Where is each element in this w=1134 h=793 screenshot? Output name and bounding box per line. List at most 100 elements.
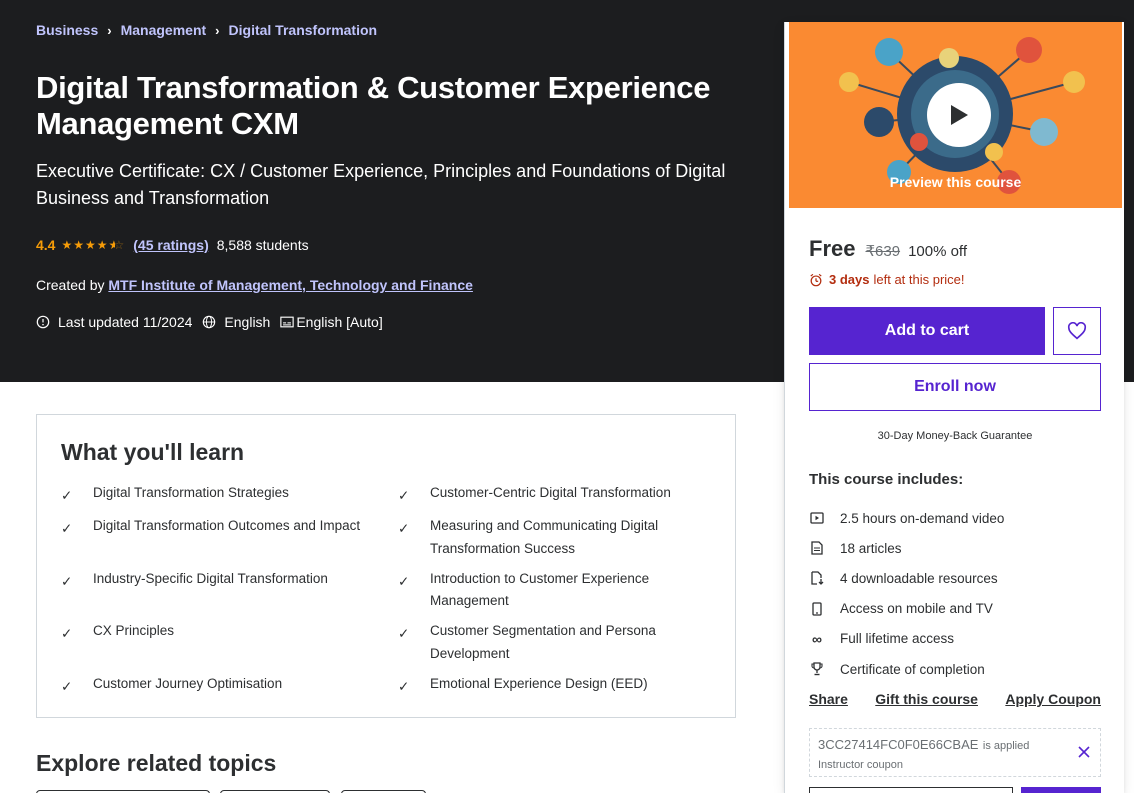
play-button[interactable]: [927, 83, 991, 147]
last-updated: Last updated 11/2024: [36, 314, 192, 330]
language: English: [202, 314, 270, 330]
price-deadline: 3 days left at this price!: [809, 272, 965, 287]
apply-coupon-link[interactable]: Apply Coupon: [1005, 691, 1101, 707]
remove-coupon-close-icon[interactable]: [1078, 745, 1090, 763]
deadline-text: left at this price!: [873, 272, 965, 287]
includes-title: This course includes:: [809, 471, 964, 488]
learn-item-text: Customer Segmentation and Persona Develo…: [430, 623, 656, 661]
check-icon: ✓: [398, 521, 410, 536]
meta-row: Last updated 11/2024 English English [Au…: [36, 314, 393, 330]
learn-item: ✓ CX Principles: [61, 620, 398, 665]
includes-item-text: Full lifetime access: [840, 631, 955, 647]
learn-item-text: Digital Transformation Strategies: [93, 485, 289, 500]
includes-item: 4 downloadable resources: [809, 563, 1004, 593]
gift-course-link[interactable]: Gift this course: [875, 691, 978, 707]
star-rating-icon: ★★★★★☆: [61, 238, 126, 252]
heart-icon: [1067, 322, 1087, 340]
play-icon: [951, 105, 968, 125]
breadcrumb-digital-transformation[interactable]: Digital Transformation: [229, 22, 378, 38]
coupon-applied-text: is applied: [982, 740, 1030, 752]
learn-item: ✓ Customer Journey Optimisation: [61, 673, 398, 699]
rating-row: 4.4 ★★★★★☆ (45 ratings) 8,588 students: [36, 237, 309, 253]
learn-item: ✓ Introduction to Customer Experience Man…: [398, 568, 711, 613]
course-subtitle: Executive Certificate: CX / Customer Exp…: [36, 161, 726, 208]
video-icon: [809, 510, 825, 526]
captions-text: English [Auto]: [296, 314, 383, 330]
price-row: Free ₹639 100% off: [809, 236, 967, 262]
includes-item: 2.5 hours on-demand video: [809, 503, 1004, 533]
check-icon: ✓: [61, 573, 73, 589]
infinity-icon: ∞: [812, 630, 822, 647]
includes-item-text: Access on mobile and TV: [840, 601, 993, 617]
preview-label: Preview this course: [889, 174, 1022, 190]
breadcrumb-management[interactable]: Management: [121, 22, 207, 38]
students-count: 8,588 students: [216, 237, 309, 253]
enroll-now-button[interactable]: Enroll now: [809, 363, 1101, 411]
check-icon: ✓: [61, 488, 73, 503]
learn-item: ✓ Measuring and Communicating Digital Tra…: [398, 515, 711, 560]
learn-item-text: Introduction to Customer Experience Mana…: [430, 570, 650, 609]
captions: English [Auto]: [280, 314, 383, 330]
includes-item-text: Certificate of completion: [840, 661, 985, 677]
learn-item: ✓ Emotional Experience Design (EED): [398, 673, 711, 699]
learn-item-text: Measuring and Communicating Digital Tran…: [430, 518, 659, 556]
includes-item: ∞ Full lifetime access: [809, 624, 1004, 654]
money-back-guarantee: 30-Day Money-Back Guarantee: [877, 430, 1033, 442]
author-link[interactable]: MTF Institute of Management, Technology …: [108, 277, 473, 293]
course-preview-video[interactable]: Preview this course: [789, 22, 1122, 208]
alert-clock-icon: [36, 315, 50, 329]
breadcrumb-business[interactable]: Business: [36, 22, 98, 38]
learn-item-text: Customer-Centric Digital Transformation: [430, 485, 671, 500]
learn-item-text: CX Principles: [93, 623, 175, 638]
ratings-count-link[interactable]: (45 ratings): [133, 237, 208, 253]
language-text: English: [224, 314, 271, 330]
purchase-card: Preview this course Free ₹639 100% off 3…: [784, 22, 1124, 793]
check-icon: ✓: [398, 573, 410, 589]
learn-item: ✓ Digital Transformation Strategies: [61, 482, 398, 508]
share-link[interactable]: Share: [809, 691, 848, 707]
learn-title: What you'll learn: [61, 439, 245, 465]
coupon-code: 3CC27414FC0F0E66CBAE: [818, 737, 979, 752]
rating-value: 4.4: [36, 237, 56, 253]
includes-item-text: 4 downloadable resources: [840, 570, 998, 586]
article-icon: [809, 540, 825, 556]
learn-item-text: Digital Transformation Outcomes and Impa…: [93, 518, 361, 533]
coupon-apply-button[interactable]: [1021, 787, 1101, 793]
check-icon: ✓: [61, 626, 73, 641]
learn-item-text: Industry-Specific Digital Transformation: [93, 570, 328, 586]
check-icon: ✓: [398, 678, 410, 694]
alarm-clock-icon: [810, 273, 822, 286]
add-to-cart-button[interactable]: Add to cart: [809, 307, 1045, 355]
includes-item-text: 18 articles: [840, 540, 902, 556]
download-icon: [809, 570, 825, 586]
wishlist-button[interactable]: [1053, 307, 1101, 355]
check-icon: ✓: [398, 626, 410, 641]
check-icon: ✓: [61, 678, 73, 694]
learn-grid: ✓ Digital Transformation Strategies ✓ Cust…: [61, 482, 711, 706]
coupon-input[interactable]: [809, 787, 1013, 793]
learn-item: ✓ Digital Transformation Outcomes and Imp…: [61, 515, 398, 560]
learn-item: ✓ Customer Segmentation and Persona Devel…: [398, 620, 711, 665]
card-actions: Share Gift this course Apply Coupon: [809, 691, 1101, 707]
mobile-icon: [809, 601, 825, 617]
closed-captions-icon: [280, 316, 295, 328]
trophy-icon: [809, 661, 825, 677]
check-icon: ✓: [398, 488, 410, 503]
includes-list: 2.5 hours on-demand video 18 articles 4 …: [809, 503, 1004, 684]
applied-coupon: 3CC27414FC0F0E66CBAE is applied Instruct…: [809, 728, 1101, 777]
includes-item: Access on mobile and TV: [809, 594, 1004, 624]
globe-icon: [203, 315, 216, 329]
explore-related-topics-title: Explore related topics: [36, 750, 277, 776]
learn-item-text: Customer Journey Optimisation: [93, 675, 283, 691]
discount-percent: 100% off: [908, 243, 968, 260]
learn-item-text: Emotional Experience Design (EED): [430, 675, 648, 691]
learn-item: ✓ Industry-Specific Digital Transformatio…: [61, 568, 398, 613]
includes-item: 18 articles: [809, 533, 1004, 563]
includes-item: Certificate of completion: [809, 654, 1004, 684]
chevron-right-icon: ›: [215, 22, 220, 38]
chevron-right-icon: ›: [107, 22, 112, 38]
course-title: Digital Transformation & Customer Experi…: [36, 70, 711, 141]
current-price: Free: [809, 236, 856, 261]
coupon-type: Instructor coupon: [818, 759, 903, 771]
last-updated-text: Last updated 11/2024: [58, 314, 193, 330]
